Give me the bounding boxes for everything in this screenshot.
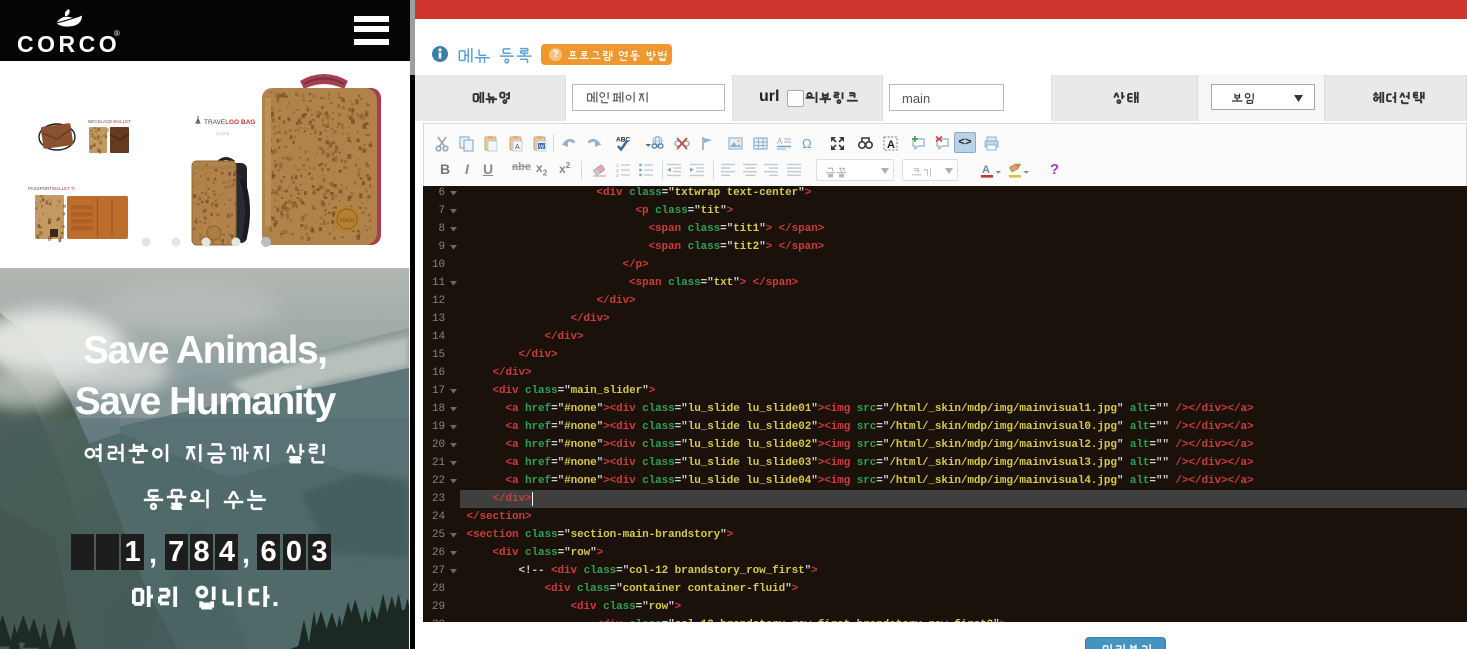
svg-text:GO BAG: GO BAG [229, 119, 255, 126]
svg-text:A: A [887, 139, 895, 151]
svg-text:WALLET 7|: WALLET 7| [52, 186, 75, 191]
svg-text:NECKLACE: NECKLACE [88, 119, 112, 124]
svg-text:Ω: Ω [802, 136, 812, 151]
svg-text:ABC: ABC [616, 136, 630, 143]
svg-text:W: W [539, 144, 545, 150]
svg-text:A: A [515, 144, 520, 151]
svg-text:WALLET: WALLET [113, 119, 131, 124]
svg-text:corco: corco [340, 218, 355, 224]
svg-text:3: 3 [616, 173, 619, 178]
svg-text:TRAVEL: TRAVEL [204, 119, 229, 126]
svg-text:PASSPORT: PASSPORT [28, 186, 52, 191]
svg-text:A: A [982, 164, 990, 176]
svg-text:A: A [777, 137, 783, 146]
svg-text:C O R K: C O R K [216, 132, 230, 136]
